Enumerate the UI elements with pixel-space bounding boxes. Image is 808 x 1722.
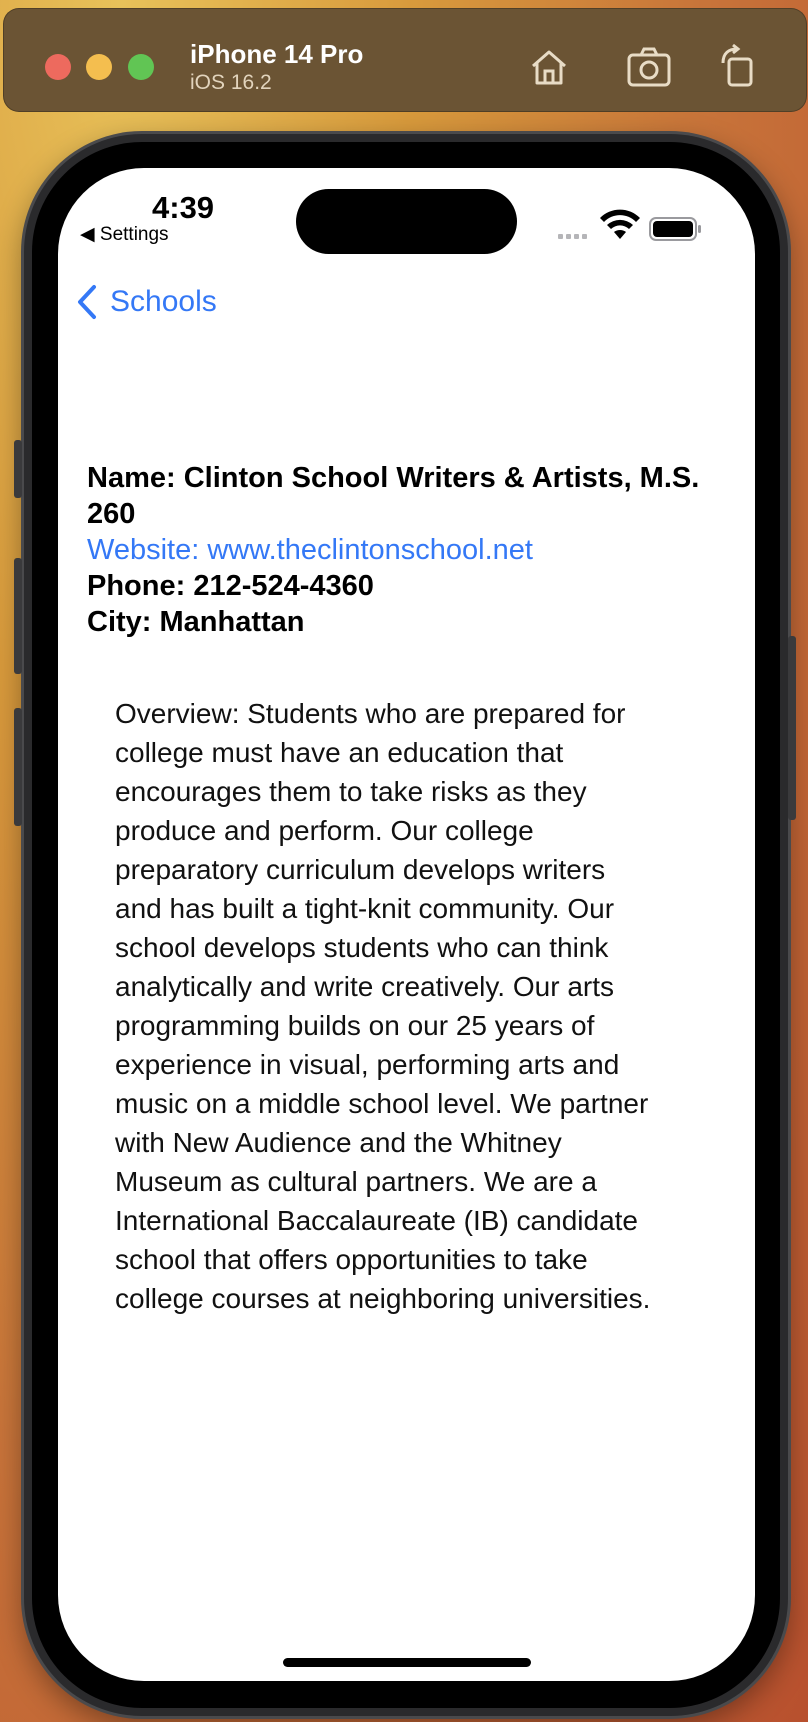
cellular-signal-icon [558,234,587,239]
simulator-title-bar: iPhone 14 Pro iOS 16.2 [3,8,807,112]
school-info: Name: Clinton School Writers & Artists, … [87,460,717,640]
volume-up-button [14,558,22,674]
home-button[interactable] [525,43,573,91]
nav-back-button[interactable]: Schools [74,280,217,324]
screenshot-icon [627,47,671,87]
school-city: City: Manhattan [87,606,305,638]
zoom-window-button[interactable] [128,54,154,80]
back-to-settings-link[interactable]: ◀ Settings [80,223,169,246]
action-button [14,440,22,498]
school-phone: Phone: 212-524-4360 [87,570,374,602]
rotate-button[interactable] [715,43,763,91]
school-overview: Overview: Students who are prepared for … [115,698,651,1314]
dynamic-island [296,189,517,254]
os-version: iOS 16.2 [190,71,272,94]
power-button [788,636,796,820]
minimize-window-button[interactable] [86,54,112,80]
device-name: iPhone 14 Pro [190,39,364,69]
screenshot-button[interactable] [625,43,673,91]
home-icon [532,50,566,85]
chevron-left-icon [78,285,96,319]
school-name: Name: Clinton School Writers & Artists, … [87,462,700,530]
home-indicator[interactable] [283,1658,531,1667]
battery-icon [649,217,701,241]
device-screen: 4:39 ◀ Settings Schools Name: Clinton Sc… [58,168,755,1681]
volume-down-button [14,708,22,826]
school-website-link[interactable]: Website: www.theclintonschool.net [87,532,717,568]
nav-back-label: Schools [110,285,217,318]
status-icons [558,209,701,241]
wifi-icon [600,209,640,239]
rotate-icon [721,43,753,87]
close-window-button[interactable] [45,54,71,80]
status-time: 4:39 [152,190,215,225]
